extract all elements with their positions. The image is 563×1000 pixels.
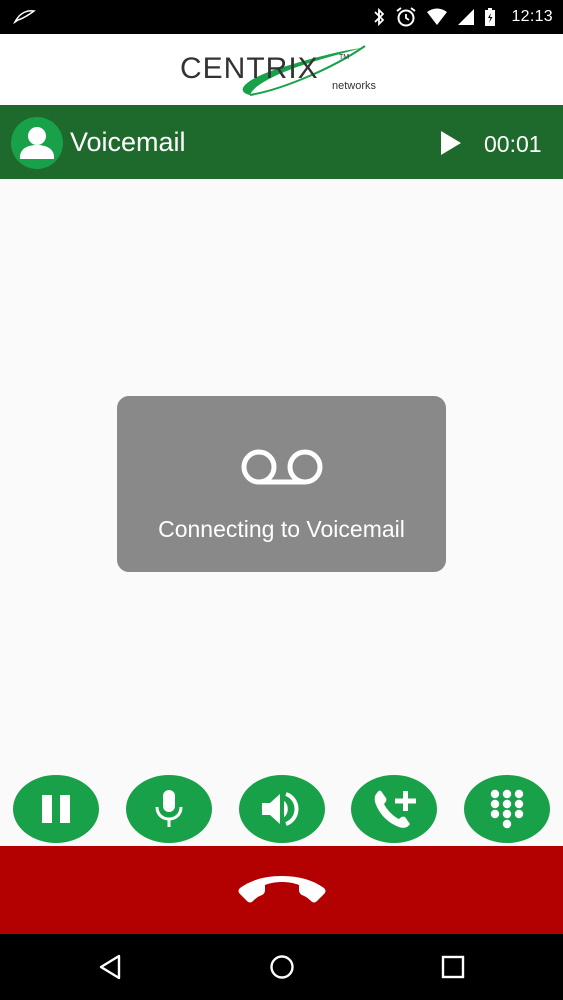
home-icon[interactable] xyxy=(267,952,297,982)
logo-bar: CENTRIX TM networks xyxy=(0,34,563,105)
connecting-toast: Connecting to Voicemail xyxy=(117,396,446,572)
navigation-bar xyxy=(0,934,563,1000)
keypad-button[interactable] xyxy=(464,775,550,843)
battery-icon xyxy=(485,8,496,26)
back-icon[interactable] xyxy=(96,952,126,982)
caller-name: Voicemail xyxy=(70,127,186,157)
call-main-area: Connecting to Voicemail xyxy=(0,179,563,774)
speaker-button[interactable] xyxy=(239,775,325,843)
add-call-icon xyxy=(374,790,416,828)
call-timer: 00:01 xyxy=(484,131,542,157)
centrix-logo: CENTRIX TM networks xyxy=(180,40,385,100)
logo-subtext: networks xyxy=(332,80,377,92)
person-icon xyxy=(20,127,54,159)
alarm-icon xyxy=(396,7,417,27)
speaker-icon xyxy=(262,792,299,826)
status-bar: 12:13 xyxy=(0,0,563,34)
voicemail-icon xyxy=(241,449,323,485)
toast-message: Connecting to Voicemail xyxy=(158,516,405,542)
hold-button[interactable] xyxy=(13,775,99,843)
play-icon[interactable] xyxy=(440,130,462,156)
dialpad-icon xyxy=(490,789,524,829)
logo-text: CENTRIX xyxy=(180,52,319,85)
avatar xyxy=(11,117,63,169)
call-controls xyxy=(0,774,563,846)
logo-trademark: TM xyxy=(339,54,350,61)
hang-up-icon xyxy=(238,876,325,903)
end-call-button[interactable] xyxy=(0,846,563,934)
status-time: 12:13 xyxy=(511,8,553,25)
pause-icon xyxy=(42,795,70,823)
link-icon xyxy=(13,10,36,25)
microphone-icon xyxy=(155,790,183,827)
add-call-button[interactable] xyxy=(351,775,437,843)
call-header: Voicemail 00:01 xyxy=(0,105,563,179)
recents-icon[interactable] xyxy=(438,952,468,982)
mute-button[interactable] xyxy=(126,775,212,843)
wifi-icon xyxy=(427,8,448,25)
signal-icon xyxy=(458,9,475,25)
bluetooth-icon xyxy=(374,7,385,27)
